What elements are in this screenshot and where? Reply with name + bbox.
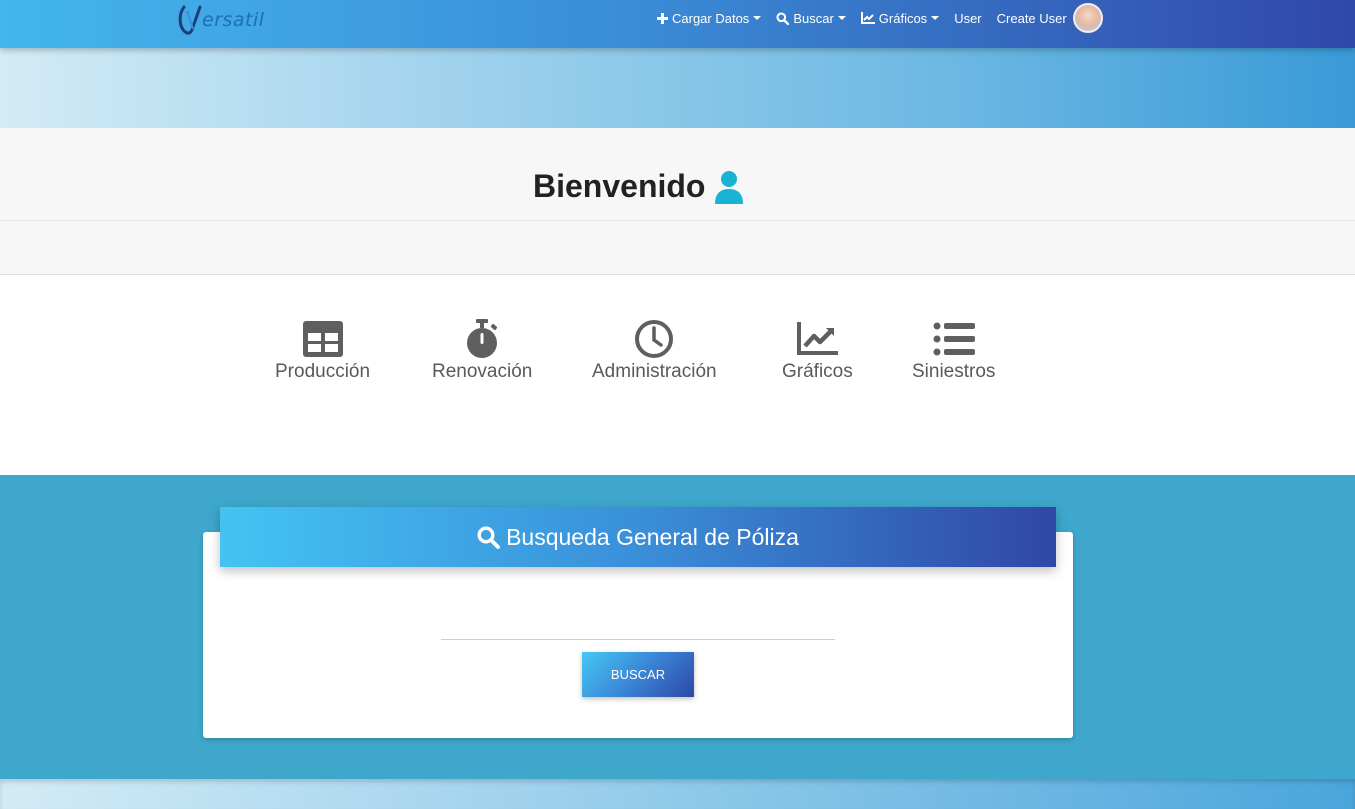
search-icon bbox=[776, 12, 790, 25]
shortcut-produccion[interactable]: Producción bbox=[275, 319, 370, 383]
search-card-header: Busqueda General de Póliza bbox=[220, 507, 1056, 567]
shortcut-administracion-label: Administración bbox=[592, 361, 717, 382]
nav-user-label: User bbox=[954, 10, 982, 26]
welcome-section: Bienvenido bbox=[0, 128, 1355, 275]
divider bbox=[0, 220, 1355, 221]
clock-icon bbox=[634, 319, 674, 359]
top-navbar: ersatil Cargar Datos Buscar Gráficos Use… bbox=[0, 0, 1355, 48]
stopwatch-icon bbox=[464, 319, 500, 359]
nav-create-user[interactable]: Create User bbox=[997, 11, 1067, 26]
shortcut-graficos-label: Gráficos bbox=[782, 361, 853, 382]
page-title: Bienvenido bbox=[533, 168, 745, 205]
shortcuts-section: Producción Renovación Administración Grá… bbox=[0, 275, 1355, 475]
search-icon bbox=[477, 525, 501, 549]
table-icon bbox=[302, 319, 343, 359]
brand-text: ersatil bbox=[202, 9, 265, 31]
chart-line-icon bbox=[860, 12, 875, 24]
search-section: BUSCAR Busqueda General de Póliza bbox=[0, 475, 1355, 779]
list-icon bbox=[933, 319, 975, 359]
shortcut-siniestros[interactable]: Siniestros bbox=[912, 319, 995, 383]
user-icon bbox=[713, 170, 745, 204]
shortcut-renovacion[interactable]: Renovación bbox=[432, 319, 532, 383]
nav-buscar-label: Buscar bbox=[793, 10, 834, 26]
nav-cargar-datos[interactable]: Cargar Datos bbox=[657, 10, 762, 26]
nav-user[interactable]: User bbox=[954, 11, 981, 26]
shortcut-renovacion-label: Renovación bbox=[432, 361, 533, 382]
caret-down-icon bbox=[837, 16, 846, 20]
buscar-button[interactable]: BUSCAR bbox=[582, 652, 694, 697]
shortcut-produccion-label: Producción bbox=[275, 361, 371, 382]
welcome-title-text: Bienvenido bbox=[533, 168, 706, 204]
search-card-title: Busqueda General de Póliza bbox=[506, 523, 799, 550]
search-input[interactable] bbox=[441, 616, 835, 640]
caret-down-icon bbox=[753, 16, 762, 20]
nav-menu: Cargar Datos Buscar Gráficos User Create… bbox=[657, 0, 1103, 36]
shortcut-siniestros-label: Siniestros bbox=[912, 361, 996, 382]
chart-line-icon bbox=[796, 319, 839, 359]
footer-banner bbox=[0, 779, 1355, 809]
shortcut-administracion[interactable]: Administración bbox=[592, 319, 717, 383]
nav-graficos-label: Gráficos bbox=[878, 10, 928, 26]
avatar[interactable] bbox=[1072, 3, 1103, 33]
nav-create-user-label: Create User bbox=[996, 10, 1067, 26]
shortcut-graficos[interactable]: Gráficos bbox=[782, 319, 853, 383]
nav-cargar-datos-label: Cargar Datos bbox=[672, 10, 750, 26]
header-banner bbox=[0, 48, 1355, 128]
nav-graficos[interactable]: Gráficos bbox=[860, 10, 940, 26]
caret-down-icon bbox=[931, 16, 940, 20]
nav-buscar[interactable]: Buscar bbox=[776, 10, 846, 26]
brand-logo[interactable]: ersatil bbox=[178, 3, 265, 37]
plus-icon bbox=[657, 12, 668, 24]
